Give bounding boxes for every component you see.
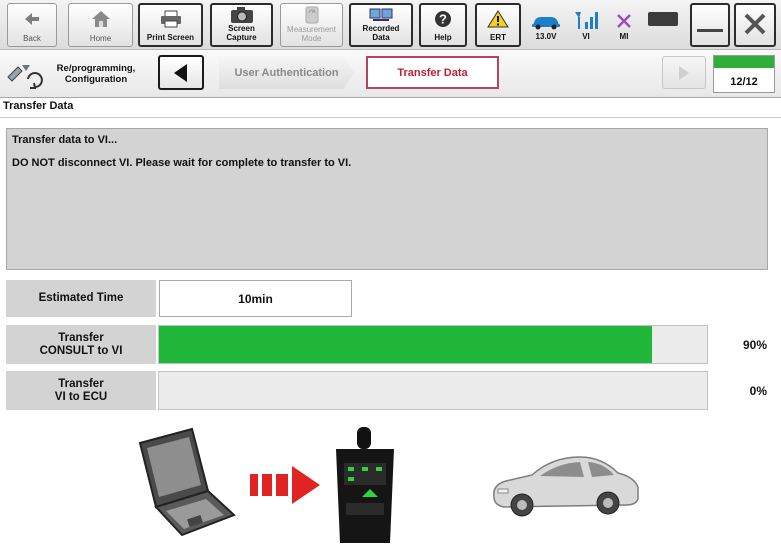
printer-icon (160, 10, 181, 28)
measurement-mode-button[interactable]: Measurement Mode (280, 3, 343, 47)
estimated-time-value: 10min (159, 280, 352, 317)
back-step-button[interactable] (158, 55, 204, 90)
transfer-arrow-icon (250, 466, 320, 504)
print-screen-button[interactable]: Print Screen (138, 3, 203, 47)
toolbar: Back Home Print Screen Screen Capture Me… (0, 0, 781, 50)
help-button[interactable]: ? Help (419, 3, 467, 47)
recorded-data-button[interactable]: Recorded Data (349, 3, 413, 47)
transfer-consult-percent: 90% (742, 338, 767, 352)
transfer-consult-label: Transfer CONSULT to VI (6, 325, 156, 364)
breadcrumb-transfer-data[interactable]: Transfer Data (366, 56, 499, 89)
message-line-2: DO NOT disconnect VI. Please wait for co… (12, 157, 352, 169)
triangle-left-icon (174, 63, 187, 82)
arrow-left-icon (25, 13, 39, 25)
laptop-icon (138, 427, 236, 537)
next-step-button[interactable] (662, 56, 706, 89)
transfer-vi-label: Transfer VI to ECU (6, 371, 156, 410)
step-progress-fill (714, 56, 774, 68)
signal-icon (575, 12, 598, 29)
divider (0, 117, 781, 118)
camera-icon (230, 6, 253, 23)
reprogramming-icon (7, 65, 43, 89)
recorded-data-icon (369, 8, 393, 21)
warning-icon (487, 10, 509, 28)
car-icon (532, 17, 560, 30)
breadcrumb-user-authentication[interactable]: User Authentication (219, 56, 354, 89)
message-line-1: Transfer data to VI... (12, 134, 118, 146)
help-icon: ? (435, 11, 451, 27)
estimated-time-label: Estimated Time (6, 280, 156, 317)
navigation-bar: Re/programming, Configuration User Authe… (0, 50, 781, 98)
mode-indicator: Re/programming, Configuration (0, 50, 150, 98)
step-progress-indicator: 12/12 (713, 55, 775, 93)
car-image (493, 456, 639, 517)
transfer-consult-progress-bar (158, 325, 708, 364)
page-title: Transfer Data (3, 100, 74, 112)
transfer-vi-progress-bar (158, 371, 708, 410)
transfer-vi-percent: 0% (749, 384, 767, 398)
svg-text:?: ? (439, 12, 447, 27)
screen-capture-button[interactable]: Screen Capture (210, 3, 273, 47)
meter-icon (305, 6, 318, 23)
vi-device-icon (336, 427, 394, 543)
battery-icon (648, 12, 678, 26)
mi-status: MI (606, 3, 642, 47)
triangle-right-icon (679, 65, 689, 80)
close-button[interactable] (734, 3, 776, 47)
message-panel: Transfer data to VI... DO NOT disconnect… (6, 128, 768, 270)
home-icon (91, 11, 110, 27)
vi-status: VI (568, 3, 604, 47)
minimize-button[interactable] (690, 3, 730, 47)
close-icon (744, 13, 766, 34)
cross-icon (617, 14, 631, 28)
back-toolbar-button[interactable]: Back (7, 3, 57, 47)
battery-voltage-status: 13.0V (528, 3, 564, 47)
transfer-consult-progress-fill (159, 326, 653, 363)
step-counter: 12/12 (730, 76, 758, 88)
ert-button[interactable]: ERT (475, 3, 521, 47)
home-button[interactable]: Home (68, 3, 133, 47)
minimize-icon (697, 29, 723, 32)
